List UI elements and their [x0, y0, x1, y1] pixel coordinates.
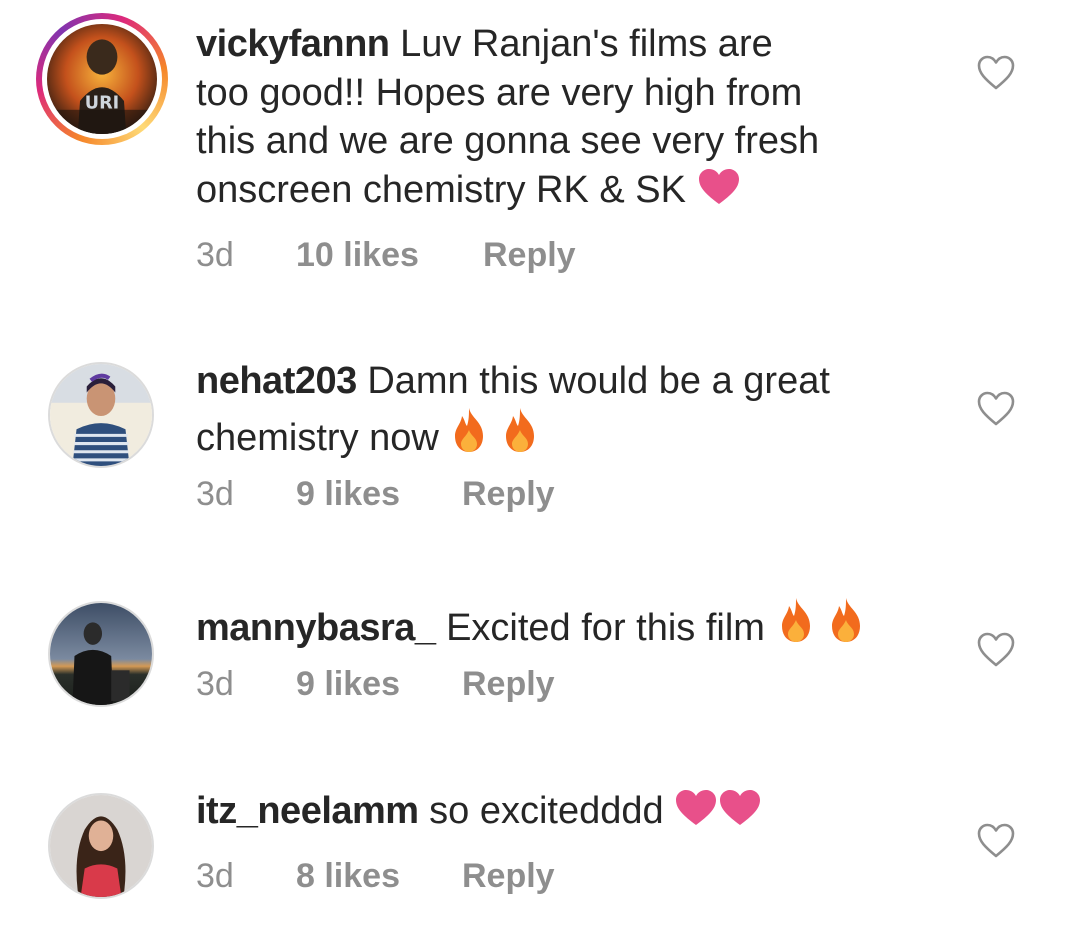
likes-count[interactable]: 10 likes	[296, 236, 483, 275]
pink-heart-emoji-icon	[718, 789, 762, 840]
comment-meta: 3d 10 likes Reply	[196, 236, 576, 275]
comment-body-line: so excitedddd	[429, 790, 664, 832]
avatar-image	[50, 603, 152, 705]
comment-text: itz_neelamm so excitedddd	[196, 787, 896, 840]
avatar[interactable]: URI	[36, 13, 168, 145]
likes-count[interactable]: 9 likes	[296, 475, 462, 514]
like-heart-icon[interactable]	[976, 823, 1016, 859]
comment-time: 3d	[196, 236, 234, 274]
likes-count[interactable]: 8 likes	[296, 857, 462, 896]
reply-button[interactable]: Reply	[483, 236, 576, 275]
avatar[interactable]	[48, 793, 154, 899]
comment-time: 3d	[196, 665, 234, 703]
comment-body-line: Luv Ranjan's films are	[400, 23, 773, 65]
fire-emoji-icon	[500, 406, 540, 467]
avatar[interactable]	[48, 362, 154, 468]
comment-time: 3d	[196, 857, 234, 895]
comment-text: mannybasra_ Excited for this film	[196, 596, 896, 657]
comment-body-line: chemistry now	[196, 416, 439, 459]
avatar-image	[50, 795, 152, 897]
likes-count[interactable]: 9 likes	[296, 665, 462, 704]
comment-username[interactable]: nehat203	[196, 360, 357, 402]
reply-button[interactable]: Reply	[462, 857, 555, 896]
fire-emoji-icon	[449, 406, 489, 467]
comment-meta: 3d 8 likes Reply	[196, 857, 555, 896]
comment-body-line: Excited for this film	[446, 607, 765, 649]
comment-body-line: onscreen chemistry RK & SK	[196, 168, 686, 211]
comment-username[interactable]: itz_neelamm	[196, 790, 419, 832]
comment-body-line: Damn this would be a great	[367, 360, 830, 402]
comment-username[interactable]: mannybasra_	[196, 607, 436, 649]
comment-meta: 3d 9 likes Reply	[196, 665, 555, 704]
like-heart-icon[interactable]	[976, 632, 1016, 668]
reply-button[interactable]: Reply	[462, 475, 555, 514]
comment-text: nehat203 Damn this would be a great chem…	[196, 357, 896, 466]
comment-meta: 3d 9 likes Reply	[196, 475, 555, 514]
fire-emoji-icon	[776, 596, 816, 657]
comment-text: vickyfannn Luv Ranjan's films are too go…	[196, 20, 896, 218]
like-heart-icon[interactable]	[976, 55, 1016, 91]
avatar-image: URI	[47, 24, 157, 134]
reply-button[interactable]: Reply	[462, 665, 555, 704]
fire-emoji-icon	[826, 596, 866, 657]
avatar[interactable]	[48, 601, 154, 707]
avatar-logo-text: URI	[85, 94, 119, 114]
pink-heart-emoji-icon	[697, 168, 741, 219]
pink-heart-emoji-icon	[674, 789, 718, 840]
comment-username[interactable]: vickyfannn	[196, 23, 390, 65]
like-heart-icon[interactable]	[976, 391, 1016, 427]
comment-body-line: this and we are gonna see very fresh	[196, 120, 820, 162]
comment-time: 3d	[196, 475, 234, 513]
avatar-image	[50, 364, 152, 466]
comment-body-line: too good!! Hopes are very high from	[196, 71, 803, 114]
